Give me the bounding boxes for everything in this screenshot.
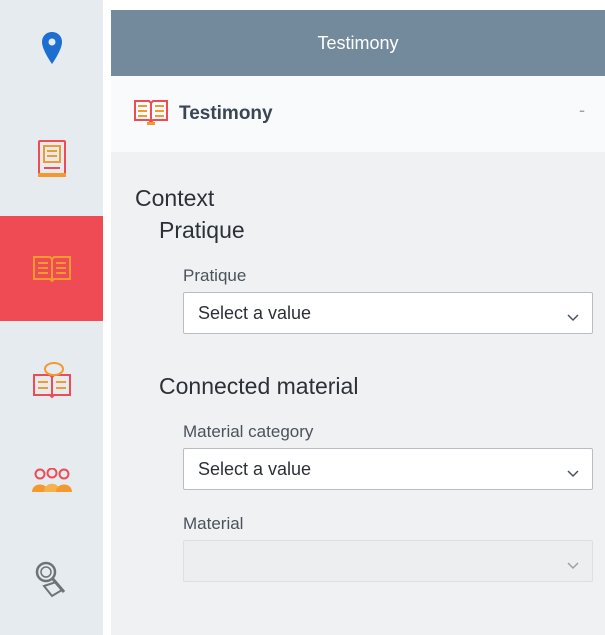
sidebar-item-people[interactable]: [0, 455, 103, 507]
pratique-label: Pratique: [183, 266, 247, 285]
sidebar-item-search[interactable]: [0, 550, 103, 610]
material-category-field: Material category Select a value: [183, 422, 593, 490]
section-title: Testimony: [179, 103, 273, 124]
sidebar-rail: [0, 0, 103, 635]
location-pin-icon: [41, 31, 63, 65]
pratique-field: Pratique Select a value: [183, 266, 593, 334]
sidebar-item-location[interactable]: [0, 22, 103, 74]
sidebar-item-book-speech[interactable]: [0, 350, 103, 410]
connected-material-heading: Connected material: [159, 373, 359, 399]
section-header[interactable]: Testimony -: [111, 76, 605, 152]
sidebar-item-testimony[interactable]: [0, 216, 103, 321]
material-select[interactable]: [183, 540, 593, 582]
header-bar: Testimony: [111, 10, 605, 76]
chevron-down-icon: [566, 555, 580, 576]
material-category-label: Material category: [183, 422, 314, 441]
magnifier-search-icon: [34, 560, 70, 600]
chevron-down-icon: [566, 307, 580, 328]
header-title: Testimony: [317, 32, 399, 53]
collapse-button[interactable]: -: [579, 100, 585, 121]
chevron-down-icon: [566, 463, 580, 484]
open-book-icon: [32, 253, 72, 285]
pratique-select[interactable]: Select a value: [183, 292, 593, 334]
material-category-select[interactable]: Select a value: [183, 448, 593, 490]
book-speech-icon: [32, 361, 72, 399]
pratique-group-heading: Pratique: [159, 217, 245, 243]
document-book-icon: [36, 139, 68, 179]
material-label: Material: [183, 514, 244, 533]
material-field: Material: [183, 514, 593, 582]
material-category-select-value: Select a value: [198, 458, 312, 479]
people-group-icon: [31, 468, 73, 494]
main-panel: Testimony Testimony - Context Pratique P…: [111, 10, 605, 635]
rail-separator: [103, 0, 111, 635]
form-content: Context Pratique Pratique Select a value…: [111, 184, 605, 582]
open-book-icon: [133, 98, 169, 131]
sidebar-item-document[interactable]: [0, 130, 103, 188]
context-heading: Context: [135, 185, 215, 211]
pratique-select-value: Select a value: [198, 302, 312, 323]
